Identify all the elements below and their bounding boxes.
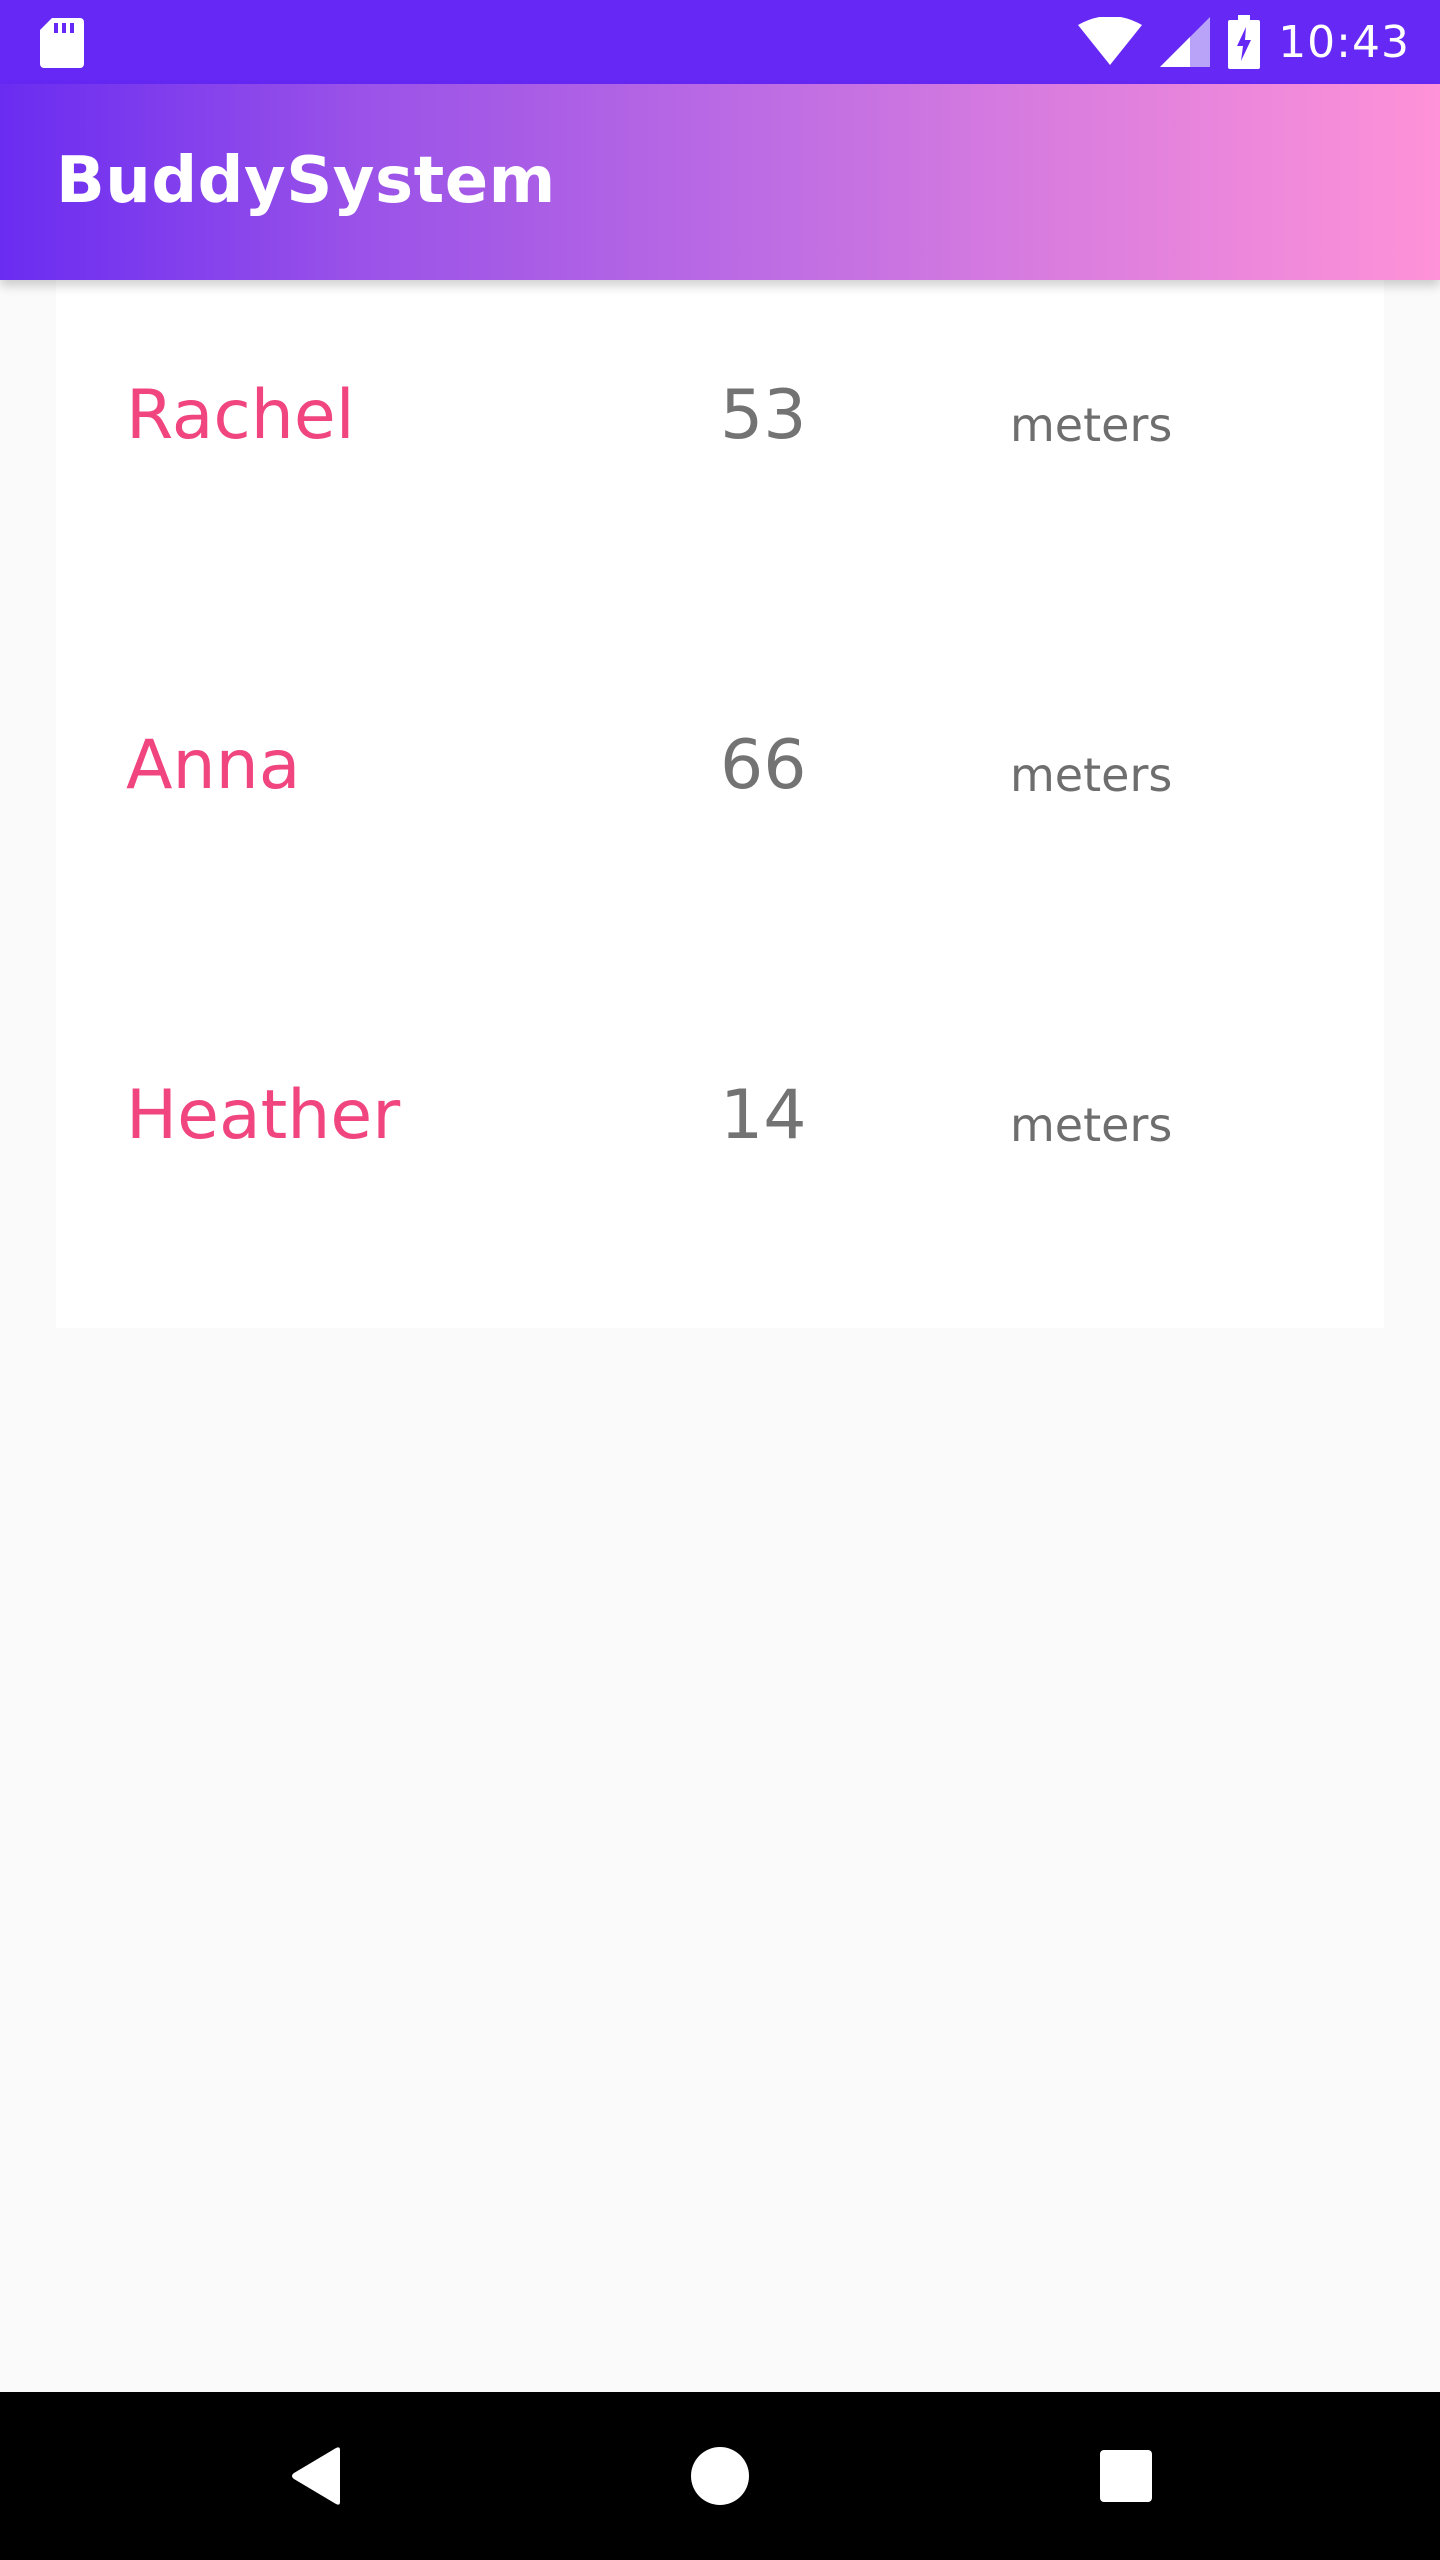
buddy-name: Rachel	[126, 376, 355, 455]
back-icon	[292, 2447, 340, 2505]
status-bar: 10:43	[0, 0, 1440, 84]
buddy-distance: 53	[720, 376, 807, 455]
buddy-name: Heather	[126, 1076, 401, 1155]
status-icons: 10:43	[1078, 10, 1410, 74]
home-button[interactable]	[620, 2392, 820, 2560]
buddy-distance: 66	[720, 726, 807, 805]
navigation-bar	[0, 2392, 1440, 2560]
recents-icon	[1100, 2450, 1152, 2502]
sd-card-icon	[40, 18, 84, 68]
buddy-distance: 14	[720, 1076, 807, 1155]
app-title: BuddySystem	[56, 144, 556, 218]
recents-button[interactable]	[1026, 2392, 1226, 2560]
buddy-name: Anna	[126, 726, 301, 805]
signal-icon	[1160, 17, 1211, 67]
distance-unit: meters	[1010, 1098, 1173, 1152]
app-bar: BuddySystem	[0, 84, 1440, 280]
distance-unit: meters	[1010, 398, 1173, 452]
wifi-icon	[1078, 17, 1143, 65]
status-time: 10:43	[1278, 16, 1410, 68]
buddy-row[interactable]: Anna 66 meters	[56, 630, 1384, 980]
back-button[interactable]	[216, 2392, 416, 2560]
distance-unit: meters	[1010, 748, 1173, 802]
battery-charging-icon	[1228, 15, 1261, 69]
buddy-row[interactable]: Heather 14 meters	[56, 980, 1384, 1330]
buddy-list: Rachel 53 meters Anna 66 meters Heather …	[56, 280, 1384, 1328]
buddy-row[interactable]: Rachel 53 meters	[56, 280, 1384, 630]
home-icon	[691, 2447, 749, 2505]
